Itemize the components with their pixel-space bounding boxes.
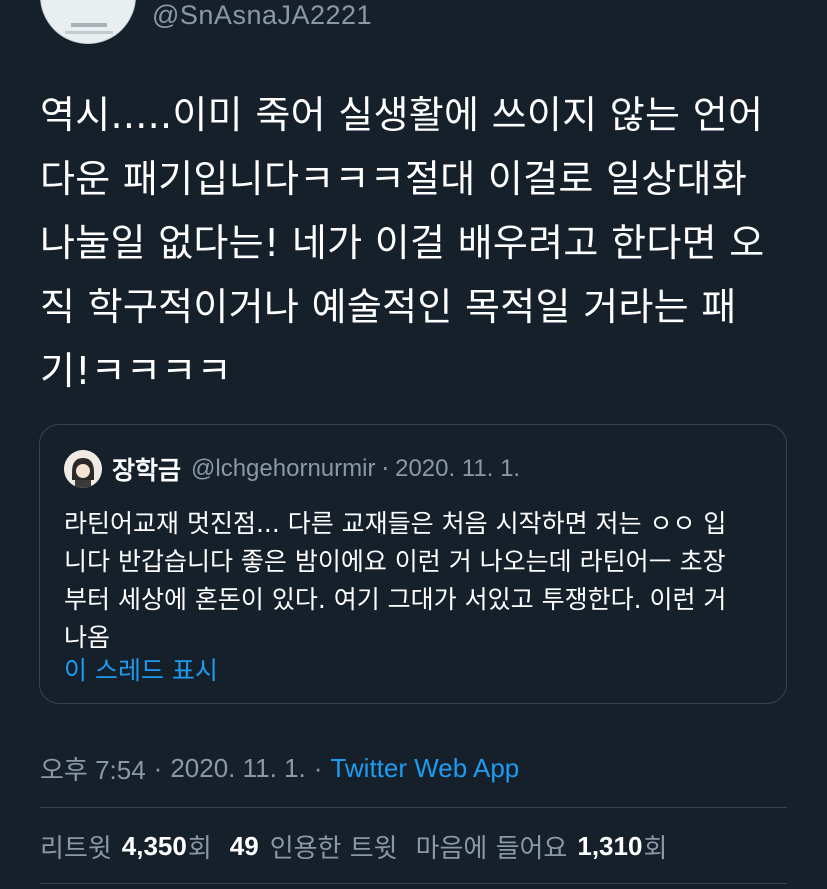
tweet-source-app[interactable]: Twitter Web App	[330, 753, 519, 784]
likes-stat[interactable]: 마음에 들어요 1,310 회	[416, 828, 668, 865]
quote-tweets-stat[interactable]: 49 인용한 트윗	[230, 828, 398, 865]
meta-separator: ·	[313, 752, 323, 783]
quotes-count: 49	[229, 830, 259, 861]
show-thread-link[interactable]: 이 스레드 표시	[64, 651, 218, 687]
quoted-separator: ·	[381, 455, 390, 483]
teacup-avatar-icon[interactable]	[40, 0, 136, 44]
retweets-count: 4,350	[121, 830, 187, 861]
tweet-text: 역시.....이미 죽어 실생활에 쓰이지 않는 언어 다운 패기입니다ㅋㅋㅋ절…	[40, 93, 765, 393]
quoted-date: 2020. 11. 1.	[395, 455, 521, 482]
author-handle[interactable]: @SnAsnaJA2221	[152, 0, 372, 31]
quoted-tweet-header: 장학금 @lchgehornurmir · 2020. 11. 1.	[64, 449, 520, 489]
meta-separator: ·	[153, 752, 163, 783]
quoted-author-avatar[interactable]	[64, 450, 102, 488]
likes-suffix: 회	[643, 833, 668, 864]
quotes-label: 인용한 트윗	[269, 833, 398, 864]
quoted-author-handle[interactable]: @lchgehornurmir	[191, 455, 375, 483]
tweet-metadata: 오후 7:54 · 2020. 11. 1. · Twitter Web App	[40, 750, 519, 786]
quoted-tweet[interactable]: 장학금 @lchgehornurmir · 2020. 11. 1. 라틴어교재…	[39, 424, 787, 704]
divider	[40, 807, 787, 808]
quoted-tweet-text: 라틴어교재 멋진점... 다른 교재들은 처음 시작하면 저는 ㅇㅇ 입 니다 …	[64, 509, 727, 652]
tweet-stats: 리트윗 4,350 회 49 인용한 트윗 마음에 들어요 1,310 회	[40, 826, 685, 866]
tweet-date[interactable]: 2020. 11. 1.	[170, 753, 305, 784]
retweets-stat[interactable]: 리트윗 4,350 회	[40, 828, 212, 865]
retweets-label: 리트윗	[40, 833, 112, 864]
tweet-time[interactable]: 오후 7:54	[40, 750, 146, 787]
retweets-suffix: 회	[187, 833, 212, 864]
likes-label: 마음에 들어요	[415, 833, 568, 864]
divider	[40, 883, 787, 884]
tweet-author: @SnAsnaJA2221	[40, 0, 372, 44]
tweet-detail-page: @SnAsnaJA2221 역시.....이미 죽어 실생활에 쓰이지 않는 언…	[0, 0, 827, 889]
quoted-author-name[interactable]: 장학금	[112, 451, 181, 487]
likes-count: 1,310	[577, 830, 643, 861]
